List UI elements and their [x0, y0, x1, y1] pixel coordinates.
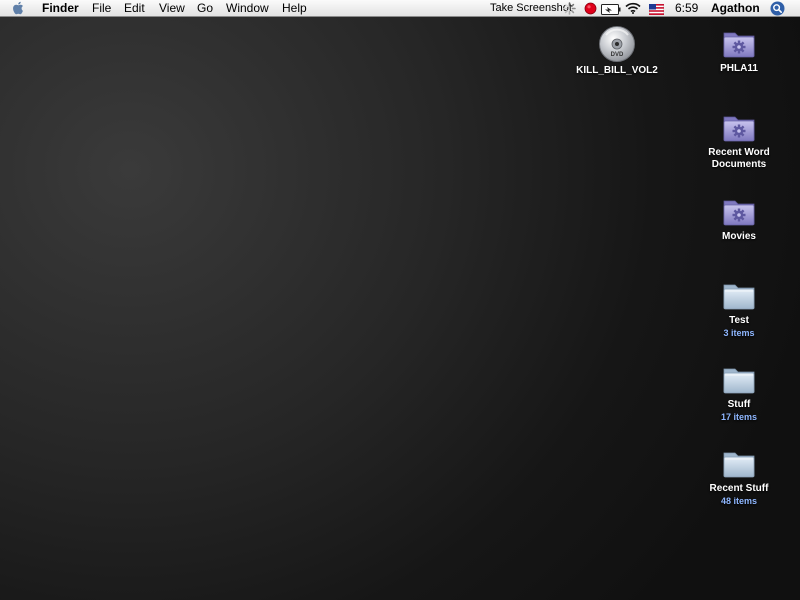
menu-bar: Finder File Edit View Go Window Help Tak… [0, 0, 800, 17]
smart-folder-icon [723, 32, 755, 58]
desktop-icon-label: Stuff [727, 399, 751, 410]
desktop-icon-recent-stuff[interactable]: Recent Stuff 48 items [689, 445, 789, 507]
menu-user-name[interactable]: Agathon [711, 0, 760, 16]
us-flag-icon[interactable] [648, 3, 665, 19]
smart-folder-icon [723, 116, 755, 142]
desktop-icon-label: Movies [722, 231, 756, 242]
desktop-icon-dvd[interactable]: DVD KILL_BILL_VOL2 [567, 25, 667, 77]
desktop-icon-item-count: 48 items [720, 496, 758, 506]
menu-go[interactable]: Go [197, 0, 213, 16]
dvd-disc-text: DVD [611, 52, 624, 58]
desktop-icon-label: Test [729, 315, 749, 326]
desktop-icon-stuff[interactable]: Stuff 17 items [689, 361, 789, 423]
folder-icon [723, 284, 755, 310]
desktop-icon-label: Recent Word Documents [708, 147, 770, 170]
wifi-icon[interactable] [625, 2, 641, 18]
desktop-icon-phla11[interactable]: PHLA11 [689, 25, 789, 75]
take-screenshot-menu[interactable]: Take Screenshot [490, 0, 572, 16]
desktop-icon-label: KILL_BILL_VOL2 [576, 65, 658, 76]
menu-edit[interactable]: Edit [124, 0, 145, 16]
menu-help[interactable]: Help [282, 0, 307, 16]
smart-folder-icon [723, 200, 755, 226]
spinner-icon [563, 2, 576, 18]
menu-view[interactable]: View [159, 0, 185, 16]
desktop-icon-movies[interactable]: Movies [689, 193, 789, 243]
apple-logo-icon[interactable] [12, 1, 26, 15]
desktop-icon-recent-word-documents[interactable]: Recent Word Documents [689, 109, 789, 171]
desktop-icon-label: PHLA11 [720, 63, 758, 74]
desktop-icon-item-count: 3 items [723, 328, 755, 338]
desktop-icon-test[interactable]: Test 3 items [689, 277, 789, 339]
desktop-icon-label: Recent Stuff [709, 483, 769, 494]
folder-icon [723, 368, 755, 394]
record-icon[interactable] [584, 2, 597, 18]
folder-icon [723, 452, 755, 478]
menu-app-finder[interactable]: Finder [42, 0, 79, 16]
battery-charging-icon[interactable] [601, 3, 621, 19]
desktop-icon-item-count: 17 items [720, 412, 758, 422]
dvd-disc-icon: DVD [599, 26, 635, 62]
menu-file[interactable]: File [92, 0, 111, 16]
spotlight-search-icon[interactable] [770, 1, 785, 17]
menu-clock[interactable]: 6:59 [675, 0, 698, 16]
menu-window[interactable]: Window [226, 0, 269, 16]
